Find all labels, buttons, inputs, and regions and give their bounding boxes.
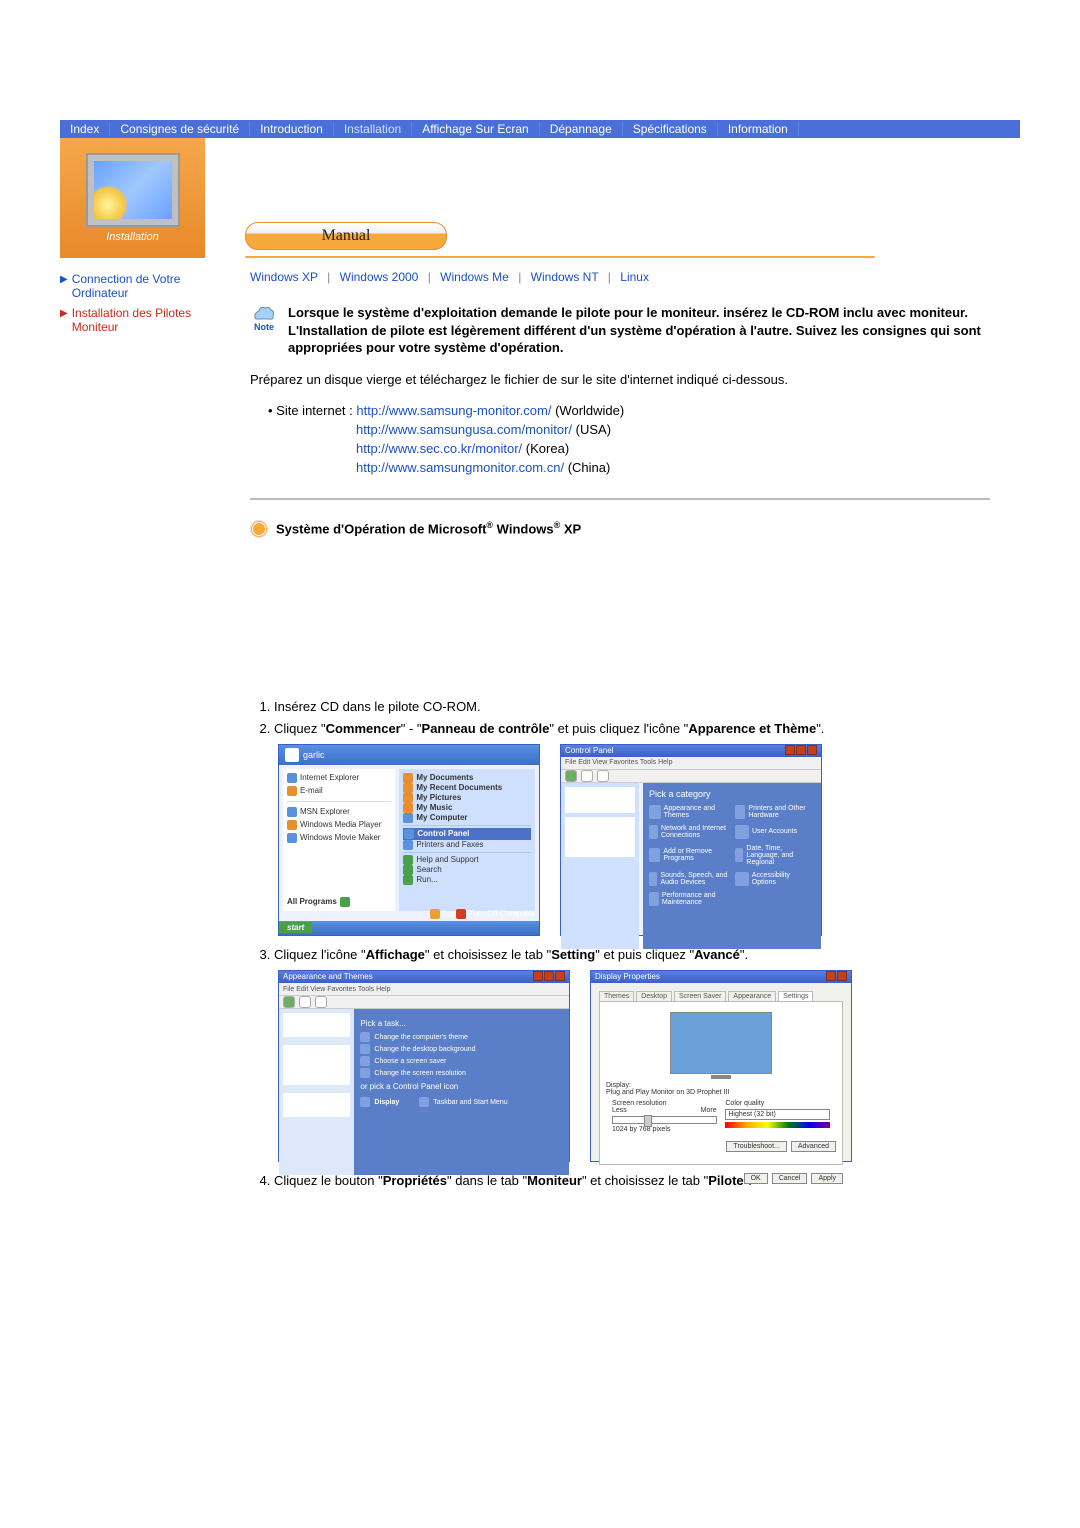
- user-icon: [285, 748, 299, 762]
- pick-task-header: Pick a task...: [360, 1019, 563, 1028]
- sidebar-connection[interactable]: ▶ Connection de Votre Ordinateur: [60, 272, 210, 300]
- installation-badge: Installation: [60, 138, 205, 258]
- arrow-icon: ▶: [60, 308, 68, 319]
- site-region: (Worldwide): [555, 403, 624, 418]
- back-icon: [565, 770, 577, 782]
- nav-safety[interactable]: Consignes de sécurité: [110, 122, 250, 136]
- mail-icon: [287, 786, 297, 796]
- note-icon: Note: [250, 304, 278, 332]
- ok-button: OK: [744, 1173, 768, 1184]
- site-link-kr[interactable]: http://www.sec.co.kr/monitor/: [356, 441, 522, 456]
- step-1: Insérez CD dans le pilote CO-ROM.: [274, 698, 990, 716]
- appearance-icon: [649, 805, 661, 819]
- screenshot-control-panel: Control Panel File Edit View Favorites T…: [560, 744, 822, 936]
- sidebar-item-label: Connection de Votre Ordinateur: [72, 272, 210, 300]
- msn-icon: [287, 807, 297, 817]
- section-title: Système d'Opération de Microsoft® Window…: [276, 520, 581, 536]
- divider: [250, 498, 990, 500]
- badge-caption: Installation: [106, 231, 159, 243]
- prep-text: Préparez un disque vierge et téléchargez…: [250, 371, 990, 389]
- nav-index[interactable]: Index: [60, 122, 110, 136]
- or-pick-header: or pick a Control Panel icon: [360, 1082, 563, 1091]
- manual-button[interactable]: Manual: [245, 222, 447, 250]
- site-label: Site internet :: [276, 403, 356, 418]
- tab-winxp[interactable]: Windows XP: [250, 270, 318, 284]
- tab-winnt[interactable]: Windows NT: [531, 270, 599, 284]
- wmm-icon: [287, 833, 297, 843]
- cp-header: Pick a category: [649, 789, 815, 799]
- tab-linux[interactable]: Linux: [620, 270, 649, 284]
- site-link-ww[interactable]: http://www.samsung-monitor.com/: [356, 403, 551, 418]
- nav-installation[interactable]: Installation: [334, 122, 412, 136]
- section-title-row: Système d'Opération de Microsoft® Window…: [250, 520, 990, 538]
- nav-bar: Index Consignes de sécurité Introduction…: [60, 120, 1020, 138]
- monitor-icon: [86, 153, 180, 227]
- os-tabs: Windows XP | Windows 2000 | Windows Me |…: [250, 270, 990, 284]
- at-side-panel: [279, 1009, 354, 1175]
- advanced-button: Advanced: [791, 1141, 836, 1152]
- tab-win2000[interactable]: Windows 2000: [340, 270, 419, 284]
- cp-side-panel: [561, 783, 639, 949]
- steps-list: Insérez CD dans le pilote CO-ROM. Clique…: [274, 698, 990, 738]
- nav-info[interactable]: Information: [718, 122, 799, 136]
- fwd-icon: [581, 770, 593, 782]
- apply-button: Apply: [811, 1173, 843, 1184]
- arrow-icon: [340, 897, 350, 907]
- cancel-button: Cancel: [772, 1173, 808, 1184]
- screenshot-row-2: Appearance and Themes File Edit View Fav…: [278, 970, 990, 1162]
- sidebar-item-label: Installation des Pilotes Moniteur: [72, 306, 210, 334]
- nav-osd[interactable]: Affichage Sur Ecran: [412, 122, 540, 136]
- screenshot-row-1: garlic Internet Explorer E-mail MSN Expl…: [278, 744, 990, 936]
- nav-intro[interactable]: Introduction: [250, 122, 334, 136]
- ie-icon: [287, 773, 297, 783]
- wmp-icon: [287, 820, 297, 830]
- nav-specs[interactable]: Spécifications: [623, 122, 718, 136]
- user-name: garlic: [303, 750, 325, 760]
- site-link-usa[interactable]: http://www.samsungusa.com/monitor/: [356, 422, 572, 437]
- tab-winme[interactable]: Windows Me: [440, 270, 509, 284]
- screenshot-start-menu: garlic Internet Explorer E-mail MSN Expl…: [278, 744, 540, 936]
- dp-tabs: Themes Desktop Screen Saver Appearance S…: [599, 991, 843, 1001]
- site-list: • Site internet : http://www.samsung-mon…: [268, 402, 990, 477]
- screenshot-appearance-themes: Appearance and Themes File Edit View Fav…: [278, 970, 570, 1162]
- step-2: Cliquez "Commencer" - "Panneau de contrô…: [274, 720, 990, 738]
- troubleshoot-button: Troubleshoot...: [726, 1141, 786, 1152]
- start-right-col: My Documents My Recent Documents My Pict…: [399, 769, 535, 911]
- site-link-cn[interactable]: http://www.samsungmonitor.com.cn/: [356, 460, 564, 475]
- hero: Installation Manual: [60, 138, 1020, 258]
- arrow-icon: ▶: [60, 274, 68, 285]
- monitor-preview-icon: [670, 1012, 772, 1074]
- note-block: Note Lorsque le système d'exploitation d…: [250, 304, 990, 357]
- note-text: Lorsque le système d'exploitation demand…: [288, 304, 990, 357]
- start-button: start: [279, 922, 312, 933]
- manual-underline: [245, 256, 875, 258]
- cp-menu: File Edit View Favorites Tools Help: [561, 757, 821, 770]
- taskbar: start: [279, 921, 539, 935]
- sidebar: ▶ Connection de Votre Ordinateur ▶ Insta…: [60, 262, 210, 1194]
- screenshot-display-props: Display Properties Themes Desktop Screen…: [590, 970, 852, 1162]
- up-icon: [597, 770, 609, 782]
- content: Windows XP | Windows 2000 | Windows Me |…: [210, 262, 1020, 1194]
- sidebar-install-drivers[interactable]: ▶ Installation des Pilotes Moniteur: [60, 306, 210, 334]
- nav-troubleshoot[interactable]: Dépannage: [540, 122, 623, 136]
- start-left-col: Internet Explorer E-mail MSN Explorer Wi…: [283, 769, 395, 911]
- bullet-icon: [250, 520, 268, 538]
- resolution-slider: [612, 1116, 717, 1124]
